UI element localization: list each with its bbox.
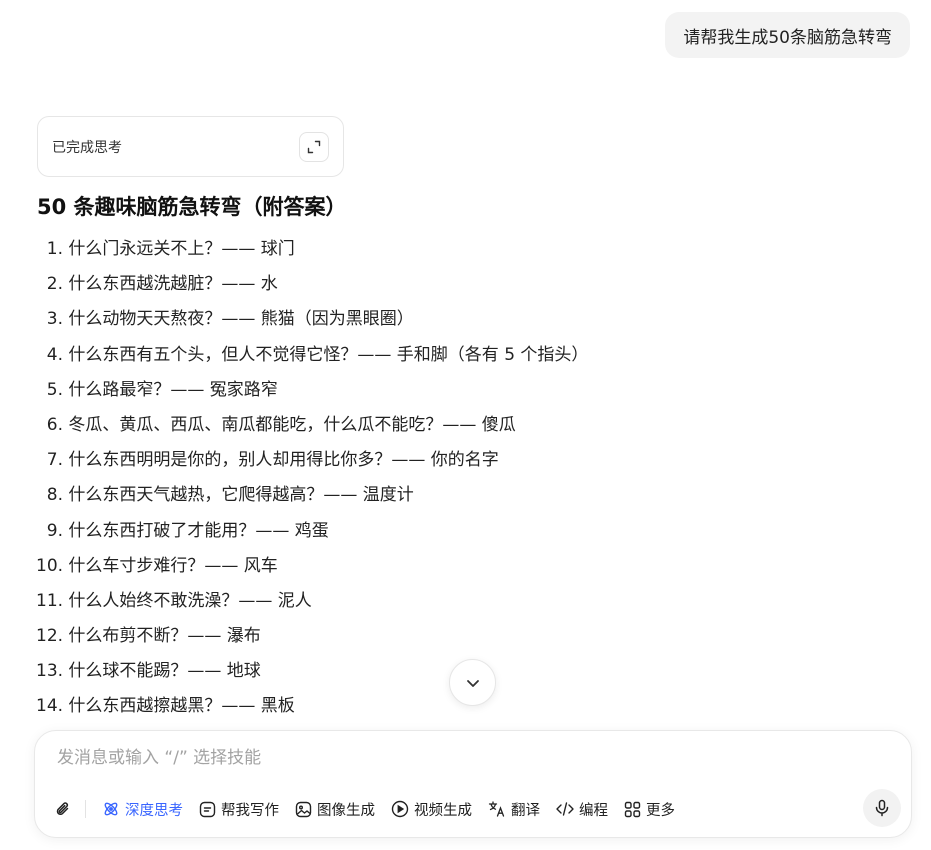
list-item-text: 什么东西有五个头，但人不觉得它怪？—— 手和脚（各有 5 个指头） xyxy=(68,344,589,365)
deep-think-label: 深度思考 xyxy=(125,802,183,819)
grid-icon xyxy=(624,801,641,817)
user-message-bubble: 请帮我生成50条脑筋急转弯 xyxy=(665,12,910,58)
translate-button[interactable]: 翻译 xyxy=(488,799,540,820)
message-composer: 深度思考 帮我写作 图像生成 视频生成 翻译 xyxy=(34,730,912,838)
list-item-text: 什么布剪不断？—— 瀑布 xyxy=(68,626,261,647)
list-item-number: 12. xyxy=(36,626,64,647)
coding-label: 编程 xyxy=(579,802,608,819)
list-item-text: 什么球不能踢？—— 地球 xyxy=(68,661,261,682)
list-item-number: 11. xyxy=(36,590,64,611)
list-item: 6. 冬瓜、黄瓜、西瓜、南瓜都能吃，什么瓜不能吃？—— 傻瓜 xyxy=(36,408,588,443)
list-item-number: 9. xyxy=(46,520,63,541)
video-gen-label: 视频生成 xyxy=(414,802,472,819)
atom-icon xyxy=(104,802,118,816)
attach-button[interactable] xyxy=(53,799,73,819)
composer-toolbar: 深度思考 帮我写作 图像生成 视频生成 翻译 编程 更多 xyxy=(53,789,901,827)
list-item-text: 什么车寸步难行？—— 风车 xyxy=(68,555,278,576)
list-item-number: 14. xyxy=(36,696,64,717)
list-item-text: 什么路最窄？—— 冤家路窄 xyxy=(68,379,278,400)
more-label: 更多 xyxy=(646,802,675,819)
scroll-to-bottom-button[interactable] xyxy=(449,659,496,706)
coding-button[interactable]: 编程 xyxy=(556,799,608,820)
image-gen-button[interactable]: 图像生成 xyxy=(295,799,375,820)
list-item: 10. 什么车寸步难行？—— 风车 xyxy=(36,549,588,584)
translate-label: 翻译 xyxy=(511,802,540,819)
list-item-text: 什么东西打破了才能用？—— 鸡蛋 xyxy=(68,520,329,541)
list-item: 14. 什么东西越擦越黑？—— 黑板 xyxy=(36,689,588,724)
voice-input-button[interactable] xyxy=(863,789,901,827)
list-item-number: 5. xyxy=(46,379,63,400)
code-icon xyxy=(556,802,574,816)
expand-icon xyxy=(307,140,321,153)
list-item-number: 10. xyxy=(36,555,64,576)
help-write-label: 帮我写作 xyxy=(221,802,279,819)
list-item-text: 什么东西明明是你的，别人却用得比你多？—— 你的名字 xyxy=(68,450,499,471)
list-item: 5. 什么路最窄？—— 冤家路窄 xyxy=(36,373,588,408)
list-item: 3. 什么动物天天熬夜？—— 熊猫（因为黑眼圈） xyxy=(36,302,588,337)
answer-title: 50 条趣味脑筋急转弯（附答案） xyxy=(37,195,347,219)
video-gen-button[interactable]: 视频生成 xyxy=(391,799,472,820)
list-item: 1. 什么门永远关不上？—— 球门 xyxy=(36,232,588,267)
list-item-number: 2. xyxy=(46,274,63,295)
thinking-status-label: 已完成思考 xyxy=(52,139,122,156)
user-message-text: 请帮我生成50条脑筋急转弯 xyxy=(683,27,892,48)
list-item: 7. 什么东西明明是你的，别人却用得比你多？—— 你的名字 xyxy=(36,443,588,478)
list-item-text: 什么人始终不敢洗澡？—— 泥人 xyxy=(68,590,312,611)
deep-think-button[interactable]: 深度思考 xyxy=(102,799,183,820)
write-icon xyxy=(199,801,216,817)
list-item-text: 什么动物天天熬夜？—— 熊猫（因为黑眼圈） xyxy=(68,309,414,330)
list-item: 12. 什么布剪不断？—— 瀑布 xyxy=(36,619,588,654)
list-item-number: 4. xyxy=(46,344,63,365)
list-item-number: 13. xyxy=(36,661,64,682)
list-item-number: 1. xyxy=(46,239,63,259)
list-item: 4. 什么东西有五个头，但人不觉得它怪？—— 手和脚（各有 5 个指头） xyxy=(36,338,589,373)
list-item-number: 3. xyxy=(46,309,63,330)
list-item-number: 6. xyxy=(46,414,63,435)
list-item-text: 冬瓜、黄瓜、西瓜、南瓜都能吃，什么瓜不能吃？—— 傻瓜 xyxy=(68,414,516,435)
translate-icon xyxy=(488,801,505,817)
paperclip-icon xyxy=(56,802,69,816)
expand-button[interactable] xyxy=(299,131,329,162)
more-button[interactable]: 更多 xyxy=(624,799,675,820)
video-play-icon xyxy=(391,800,409,818)
list-item-text: 什么门永远关不上？—— 球门 xyxy=(68,239,295,259)
microphone-icon xyxy=(875,799,889,817)
list-item: 13. 什么球不能踢？—— 地球 xyxy=(36,654,588,689)
image-icon xyxy=(295,801,312,817)
chevron-down-icon xyxy=(466,679,479,687)
toolbar-divider xyxy=(85,800,86,818)
riddle-list: 1. 什么门永远关不上？—— 球门 2. 什么东西越洗越脏？—— 水 3. 什么… xyxy=(36,232,588,725)
list-item: 2. 什么东西越洗越脏？—— 水 xyxy=(36,267,588,302)
image-gen-label: 图像生成 xyxy=(317,802,375,819)
list-item: 11. 什么人始终不敢洗澡？—— 泥人 xyxy=(36,584,588,619)
list-item-text: 什么东西天气越热，它爬得越高？—— 温度计 xyxy=(68,485,414,506)
list-item-number: 8. xyxy=(46,485,63,506)
thinking-status-card[interactable]: 已完成思考 xyxy=(37,116,344,177)
list-item: 9. 什么东西打破了才能用？—— 鸡蛋 xyxy=(36,514,588,549)
help-write-button[interactable]: 帮我写作 xyxy=(199,799,279,820)
list-item: 8. 什么东西天气越热，它爬得越高？—— 温度计 xyxy=(36,478,588,513)
message-input[interactable] xyxy=(55,747,879,769)
list-item-number: 7. xyxy=(46,450,63,471)
list-item-text: 什么东西越擦越黑？—— 黑板 xyxy=(68,696,295,717)
list-item-text: 什么东西越洗越脏？—— 水 xyxy=(68,274,278,295)
